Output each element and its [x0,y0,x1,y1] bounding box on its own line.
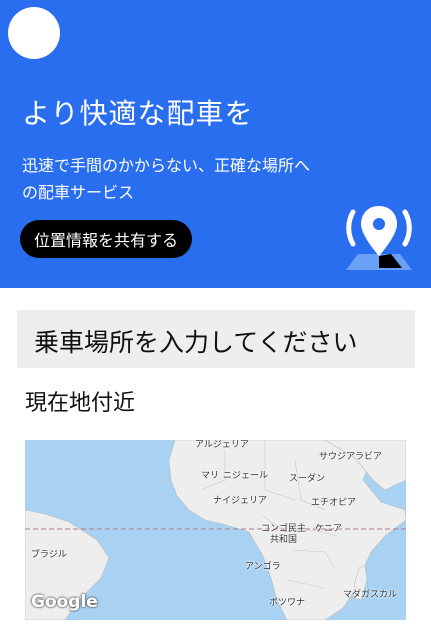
map-label-congo: コンゴ民主 共和国 [261,524,307,545]
map-label-botswana: ボツワナ [269,598,306,608]
avatar[interactable] [8,7,60,59]
map-label-sudan: スーダン [289,474,326,484]
map-label-algeria: アルジェリア [195,440,249,450]
hero-banner: より快適な配車を 迅速で手間のかからない、正確な場所へ の配車サービス 位置情報… [0,0,431,288]
google-logo: Google [31,592,98,612]
share-location-button[interactable]: 位置情報を共有する [20,220,193,258]
location-pin-icon [346,206,412,270]
map-label-brazil: ブラジル [31,550,67,560]
map-label-angola: アンゴラ [245,562,281,572]
map-view[interactable]: アルジェリア サウジアラビア マリ ニジェール スーダン ナイジェリア エチオピ… [25,440,406,620]
map-label-nigeria: ナイジェリア [213,496,268,506]
map-label-niger: ニジェール [223,471,269,481]
map-label-ethiopia: エチオピア [311,498,357,508]
hero-subtitle-line-2: の配車サービス [22,183,135,202]
map-label-madagascar: マダガスカル [343,590,398,600]
pickup-location-label: 乗車場所を入力してください [34,328,358,357]
nearby-heading: 現在地付近 [25,391,136,416]
hero-subtitle-line-1: 迅速で手間のかからない、正確な場所へ [22,156,311,175]
map-label-saudi: サウジアラビア [319,452,383,462]
hero-title: より快適な配車を [22,97,254,130]
map-label-kenya: ケニア [315,524,343,534]
hero-subtitle: 迅速で手間のかからない、正確な場所へ の配車サービス [22,152,352,206]
map-label-mali: マリ [201,471,220,481]
pickup-location-input[interactable]: 乗車場所を入力してください [17,310,415,368]
